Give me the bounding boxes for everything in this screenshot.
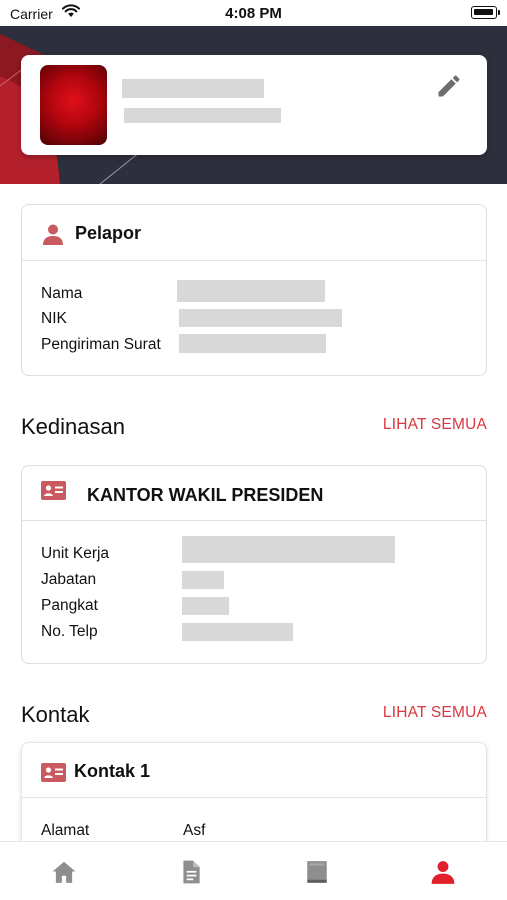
kontak-section-title: Kontak [21,702,90,727]
nama-value-redacted [177,280,325,302]
edit-profile-button[interactable] [435,72,463,100]
unit-kerja-label: Unit Kerja [41,545,110,562]
alamat-label: Alamat [41,822,90,839]
pangkat-value-redacted [182,597,229,615]
alamat-value: Asf [183,822,206,839]
pelapor-title: Pelapor [75,223,142,243]
document-icon [183,860,200,884]
tab-book[interactable] [304,859,330,885]
profile-name-redacted [122,79,264,98]
person-icon [431,861,455,884]
unit-kerja-value-redacted [182,536,395,563]
kedinasan-card-title: KANTOR WAKIL PRESIDEN [87,485,324,505]
pelapor-card: Pelapor Nama NIK Pengiriman Surat [21,204,487,376]
pengiriman-surat-label: Pengiriman Surat [41,336,161,353]
id-card-icon [41,481,66,500]
kedinasan-card[interactable]: KANTOR WAKIL PRESIDEN Unit Kerja Jabatan… [21,465,487,664]
book-icon [307,861,327,883]
status-time: 4:08 PM [225,5,282,22]
profile-card [21,55,487,155]
tab-documents[interactable] [178,859,204,885]
kedinasan-card-header: KANTOR WAKIL PRESIDEN [22,466,486,521]
no-telp-value-redacted [182,623,293,641]
avatar[interactable] [40,65,107,145]
bottom-tab-bar [0,841,507,900]
tab-profile[interactable] [430,859,456,885]
jabatan-value-redacted [182,571,224,589]
kontak-see-all-link[interactable]: LIHAT SEMUA [383,704,487,722]
person-icon [43,224,63,245]
kontak-card-header: Kontak 1 [22,743,486,798]
id-card-icon [41,763,66,782]
status-bar: Carrier 4:08 PM [0,0,507,26]
kedinasan-see-all-link[interactable]: LIHAT SEMUA [383,416,487,434]
pelapor-card-header: Pelapor [22,205,486,261]
nik-value-redacted [179,309,342,327]
kedinasan-section-title: Kedinasan [21,414,125,439]
jabatan-label: Jabatan [41,571,97,588]
kontak-card-title: Kontak 1 [74,761,151,781]
pangkat-label: Pangkat [41,597,98,614]
profile-subtitle-redacted [124,108,281,123]
battery-icon [471,6,500,19]
tab-home[interactable] [51,859,77,885]
pencil-icon [438,75,460,97]
home-icon [52,861,76,883]
nik-label: NIK [41,310,67,327]
no-telp-label: No. Telp [41,623,98,640]
pengiriman-surat-value-redacted [179,334,326,353]
nama-label: Nama [41,285,83,302]
